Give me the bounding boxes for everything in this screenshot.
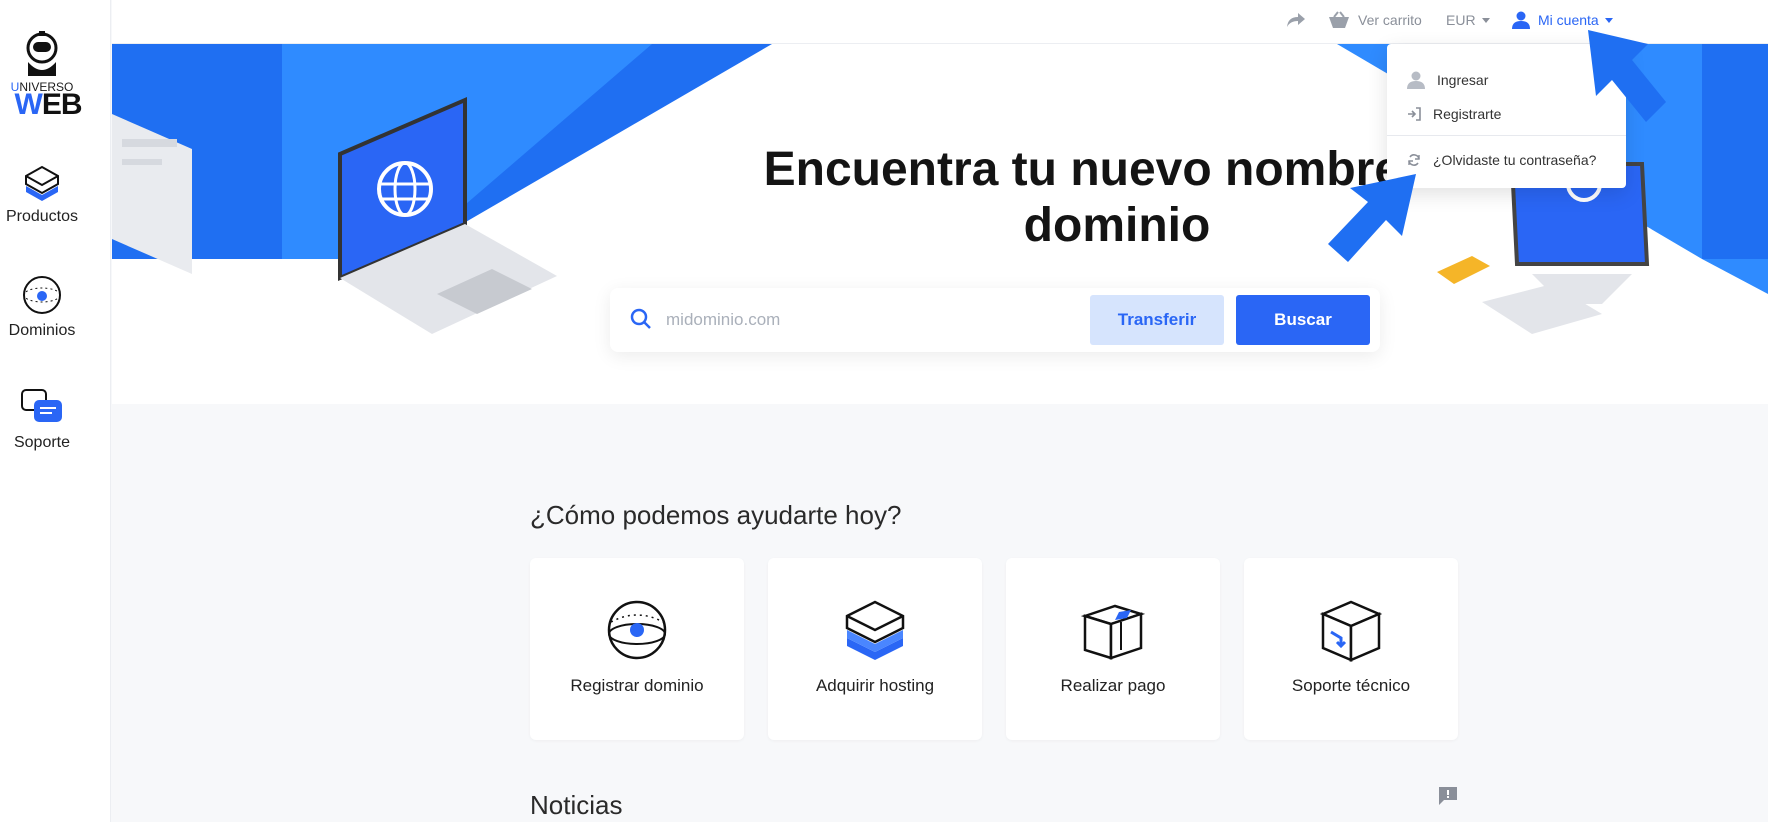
feedback-icon[interactable] — [1438, 786, 1458, 806]
card-tech-support[interactable]: Soporte técnico — [1244, 558, 1458, 740]
view-cart-label: Ver carrito — [1358, 12, 1422, 28]
domain-search-box: Transferir Buscar — [610, 288, 1380, 352]
menu-item-forgot-password[interactable]: ¿Olvidaste tu contraseña? — [1387, 143, 1626, 177]
server-stack-icon — [25, 165, 59, 201]
payment-box-icon — [1081, 604, 1145, 660]
hosting-server-icon — [845, 600, 905, 660]
annotation-arrow-icon — [1588, 30, 1666, 122]
card-label: Registrar dominio — [570, 676, 704, 695]
user-icon — [1407, 71, 1425, 89]
menu-item-label: Registrarte — [1433, 106, 1502, 122]
refresh-icon — [1408, 154, 1420, 166]
sidebar-item-productos[interactable]: Productos — [0, 162, 84, 226]
sidebar-item-label: Productos — [5, 208, 79, 225]
news-section-title: Noticias — [530, 790, 623, 820]
sidebar: UNIVERSO WEB Productos Dominios Soporte — [0, 0, 111, 822]
menu-item-label: ¿Olvidaste tu contraseña? — [1433, 152, 1597, 168]
sign-in-icon — [1408, 107, 1421, 121]
view-cart-link[interactable]: Ver carrito — [1328, 0, 1422, 40]
globe-icon — [23, 276, 61, 314]
user-icon — [1512, 11, 1530, 29]
help-section-title: ¿Cómo podemos ayudarte hoy? — [530, 500, 902, 530]
card-buy-hosting[interactable]: Adquirir hosting — [768, 558, 982, 740]
domain-globe-icon — [607, 600, 667, 660]
astronaut-logo-icon — [26, 31, 58, 76]
chevron-down-icon — [1481, 17, 1490, 23]
currency-label: EUR — [1446, 12, 1476, 28]
search-icon — [630, 308, 651, 329]
brand-logo[interactable]: UNIVERSO WEB — [6, 28, 82, 120]
chat-bubbles-icon — [21, 389, 62, 422]
domain-search-input[interactable] — [666, 300, 1066, 340]
menu-divider — [1387, 135, 1626, 136]
currency-selector[interactable]: EUR — [1446, 0, 1490, 40]
card-register-domain[interactable]: Registrar dominio — [530, 558, 744, 740]
card-label: Soporte técnico — [1291, 676, 1411, 695]
card-label: Realizar pago — [1060, 676, 1166, 695]
support-box-icon — [1319, 600, 1383, 662]
search-button[interactable]: Buscar — [1236, 295, 1370, 345]
transfer-button[interactable]: Transferir — [1090, 295, 1224, 345]
annotation-arrow-icon — [1328, 174, 1416, 262]
menu-item-label: Ingresar — [1437, 72, 1489, 88]
sidebar-item-dominios[interactable]: Dominios — [0, 274, 84, 340]
sidebar-item-label: Dominios — [8, 322, 76, 339]
top-bar: Ver carrito EUR Mi cuenta — [112, 0, 1768, 44]
share-icon — [1287, 13, 1305, 27]
card-make-payment[interactable]: Realizar pago — [1006, 558, 1220, 740]
share-button[interactable] — [1286, 0, 1306, 40]
account-label: Mi cuenta — [1538, 12, 1599, 28]
chevron-down-icon — [1604, 17, 1613, 23]
card-label: Adquirir hosting — [815, 676, 935, 695]
brand-name-bottom: WEB — [14, 88, 82, 121]
sidebar-item-soporte[interactable]: Soporte — [0, 386, 84, 452]
sidebar-item-label: Soporte — [13, 434, 71, 451]
basket-icon — [1329, 11, 1349, 28]
